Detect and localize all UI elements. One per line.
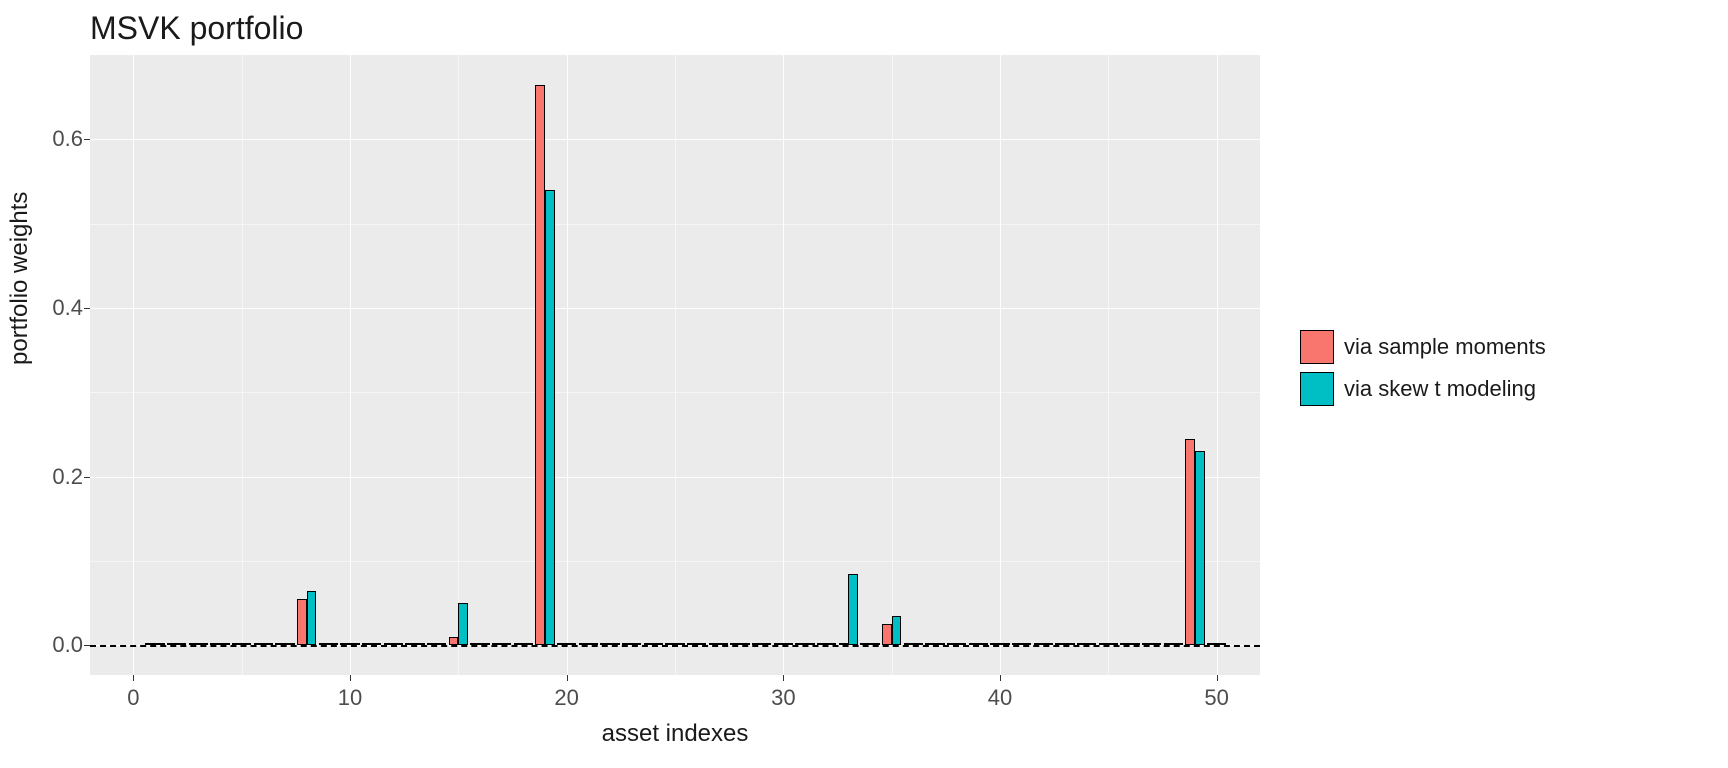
y-tick-label: 0.4: [23, 295, 83, 321]
x-tick-label: 0: [127, 685, 139, 711]
plot-area: [90, 55, 1260, 675]
x-tick-label: 40: [988, 685, 1012, 711]
bar: [535, 85, 545, 646]
bar: [545, 190, 555, 646]
x-tick-label: 20: [554, 685, 578, 711]
bar: [848, 574, 858, 646]
bar: [307, 591, 317, 646]
legend: via sample moments via skew t modeling: [1300, 330, 1546, 414]
y-tick-label: 0.0: [23, 632, 83, 658]
bar: [1195, 451, 1205, 645]
x-tick-label: 10: [338, 685, 362, 711]
bar: [297, 599, 307, 645]
legend-item: via skew t modeling: [1300, 372, 1546, 406]
bar: [882, 624, 892, 645]
legend-label: via skew t modeling: [1344, 376, 1536, 402]
y-tick-label: 0.2: [23, 464, 83, 490]
legend-label: via sample moments: [1344, 334, 1546, 360]
legend-swatch-icon: [1300, 372, 1334, 406]
bar: [449, 637, 459, 645]
legend-item: via sample moments: [1300, 330, 1546, 364]
bar: [1185, 439, 1195, 646]
y-axis-label: portfolio weights: [6, 192, 34, 365]
chart-title: MSVK portfolio: [90, 10, 303, 47]
x-tick-label: 50: [1204, 685, 1228, 711]
x-tick-label: 30: [771, 685, 795, 711]
x-axis-label: asset indexes: [602, 720, 749, 748]
bar: [458, 603, 468, 645]
bar: [892, 616, 902, 646]
legend-swatch-icon: [1300, 330, 1334, 364]
chart-container: MSVK portfolio portfolio weights asset i…: [0, 0, 1728, 768]
y-tick-label: 0.6: [23, 126, 83, 152]
zero-line: [90, 645, 1260, 647]
